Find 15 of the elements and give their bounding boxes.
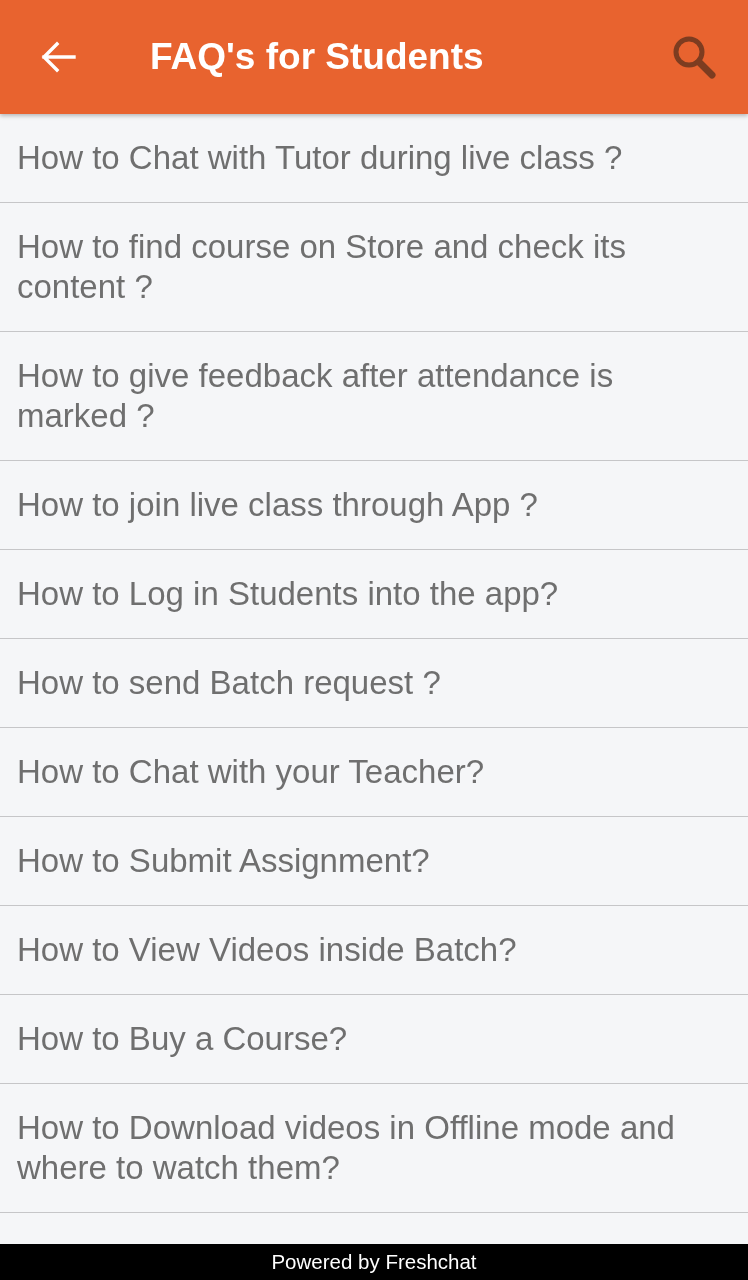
faq-item[interactable]: How to Buy a Course? <box>0 995 748 1083</box>
powered-by-text: Powered by Freshchat <box>271 1250 477 1274</box>
faq-item[interactable]: How to View Videos inside Batch? <box>0 906 748 994</box>
faq-item[interactable]: How to join live class through App ? <box>0 461 748 549</box>
faq-item[interactable]: How to Submit Assignment? <box>0 817 748 905</box>
search-icon <box>672 35 716 79</box>
page-title: FAQ's for Students <box>150 36 485 78</box>
back-arrow-icon <box>40 41 76 73</box>
faq-item[interactable]: How to Download videos in Offline mode and where to watch them? <box>0 1084 748 1212</box>
faq-item[interactable]: How to Chat with Tutor during live class ? <box>0 114 748 202</box>
faq-item[interactable]: How to find course on Store and check its content ? <box>0 203 748 331</box>
faq-item[interactable]: How to give feedback after attendance is marked ? <box>0 332 748 460</box>
faq-item[interactable]: How to send Batch request ? <box>0 639 748 727</box>
faq-item[interactable]: How to Chat with your Teacher? <box>0 728 748 816</box>
faq-item[interactable]: How to Log in Students into the app? <box>0 550 748 638</box>
